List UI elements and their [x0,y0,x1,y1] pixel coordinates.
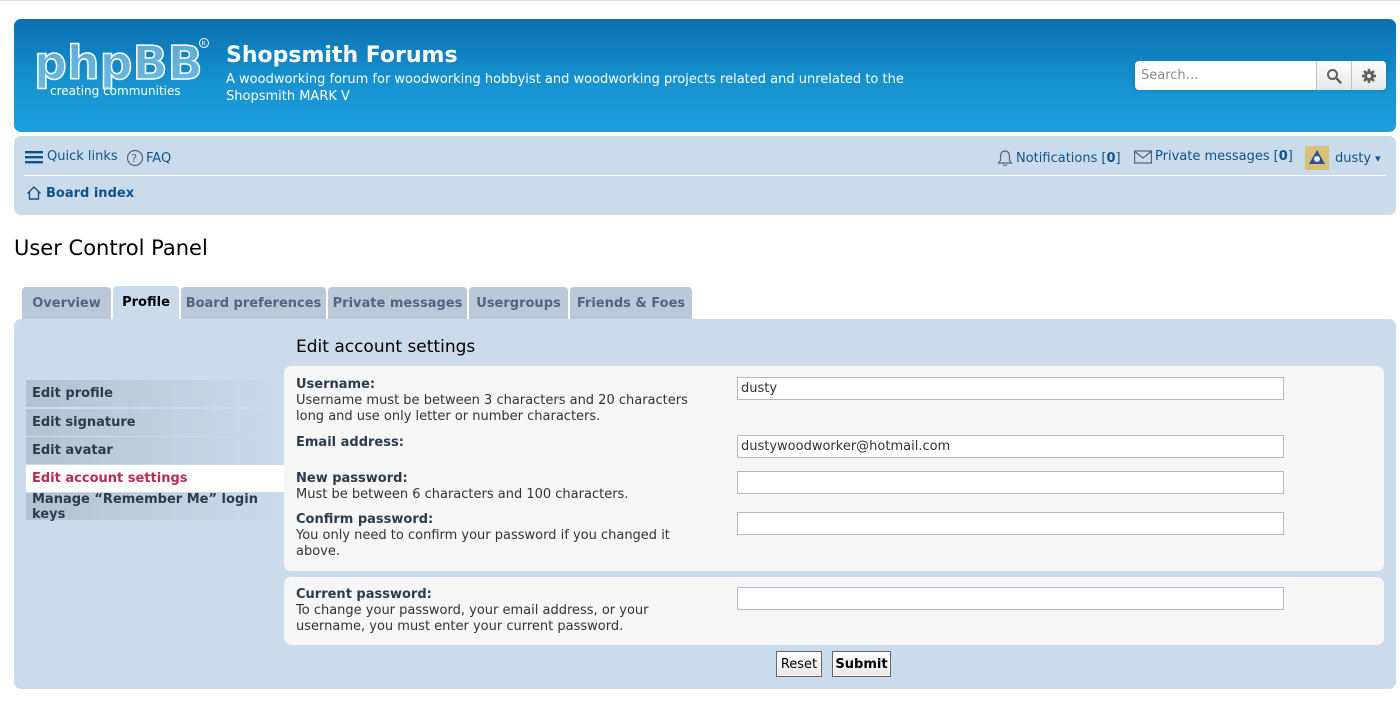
user-menu[interactable]: dusty ▾ [1305,146,1381,170]
notifications-link[interactable]: Notifications [0] [997,149,1121,167]
gear-icon [1362,68,1376,83]
confirm-password-field-label: Confirm password: You only need to confi… [296,512,696,560]
notifications-count: 0 [1106,150,1116,166]
confirm-password-explain: You only need to confirm your password i… [296,528,670,559]
current-password-explain: To change your password, your email addr… [296,603,649,634]
tab-private-messages[interactable]: Private messages [328,287,467,319]
pm-label: Private messages [1155,149,1270,164]
top-border [0,0,1400,1]
new-password-explain: Must be between 6 characters and 100 cha… [296,487,629,502]
tab-usergroups[interactable]: Usergroups [469,287,568,319]
current-password-field-label: Current password: To change your passwor… [296,587,676,635]
new-password-field[interactable] [737,471,1284,494]
logo-tagline: creating communities [50,84,181,98]
avatar [1305,146,1329,170]
home-icon [27,186,41,200]
svg-text:R: R [202,41,206,48]
navbar-divider [24,175,1386,176]
faq-link[interactable]: ? FAQ [126,149,171,167]
hamburger-icon [25,150,43,163]
avatar-image [1305,146,1329,170]
help-icon: ? [126,149,144,167]
submit-button[interactable]: Submit [832,651,891,677]
pm-bracket-close: ] [1287,149,1293,164]
email-field-label: Email address: [296,435,716,451]
current-password-field[interactable] [737,587,1284,610]
quick-links-label: Quick links [47,149,118,164]
page-title: User Control Panel [14,236,208,260]
board-index-label: Board index [46,185,135,201]
notifications-label: Notifications [1016,150,1098,166]
notifications-bracket-close: ] [1115,150,1121,166]
tab-overview[interactable]: Overview [22,287,111,319]
menu-edit-avatar[interactable]: Edit avatar [26,437,284,464]
new-password-label: New password: [296,471,408,486]
tab-profile[interactable]: Profile [113,286,179,319]
search-input[interactable] [1135,61,1315,90]
envelope-icon [1134,149,1152,164]
email-field[interactable] [737,435,1284,458]
quick-links-menu[interactable]: Quick links [25,149,118,164]
chevron-down-icon: ▾ [1375,151,1381,165]
site-title[interactable]: Shopsmith Forums [226,43,458,68]
username-field[interactable] [737,377,1284,400]
site-header: phpBB R creating communities Shopsmith F… [14,19,1396,132]
username-label: dusty [1335,150,1372,166]
svg-text:?: ? [131,152,137,165]
email-label: Email address: [296,435,404,450]
account-fieldset: Username: Username must be between 3 cha… [284,366,1384,571]
confirm-password-field[interactable] [737,512,1284,535]
tab-board-preferences[interactable]: Board preferences [181,287,326,319]
menu-remember-me-keys[interactable]: Manage “Remember Me” login keys [26,492,284,522]
menu-edit-account-settings[interactable]: Edit account settings [26,465,284,492]
navbar: Quick links ? FAQ Notifications [0] Priv… [14,136,1396,215]
advanced-search-button[interactable] [1351,61,1386,90]
tab-friends-foes[interactable]: Friends & Foes [570,287,692,319]
site-description: A woodworking forum for woodworking hobb… [226,72,904,104]
confirm-password-label: Confirm password: [296,512,434,527]
search-button[interactable] [1316,61,1351,90]
pm-count: 0 [1278,149,1288,164]
phpbb-logo[interactable]: phpBB R creating communities [32,33,212,103]
current-password-label: Current password: [296,587,432,602]
logo-text: phpBB [34,36,203,90]
reset-button[interactable]: Reset [776,651,822,677]
private-messages-link[interactable]: Private messages [0] [1134,149,1293,164]
new-password-field-label: New password: Must be between 6 characte… [296,471,716,503]
search-box [1135,61,1386,90]
username-explain: Username must be between 3 characters an… [296,393,688,424]
current-password-fieldset: Current password: To change your passwor… [284,577,1384,645]
menu-edit-profile[interactable]: Edit profile [26,380,284,407]
menu-edit-signature[interactable]: Edit signature [26,409,284,436]
faq-label: FAQ [146,150,172,166]
username-field-label: Username: Username must be between 3 cha… [296,377,716,425]
section-heading: Edit account settings [296,337,476,357]
username-label: Username: [296,377,376,392]
bell-icon [997,150,1013,167]
search-icon [1327,68,1342,84]
breadcrumb-board-index[interactable]: Board index [26,185,134,201]
